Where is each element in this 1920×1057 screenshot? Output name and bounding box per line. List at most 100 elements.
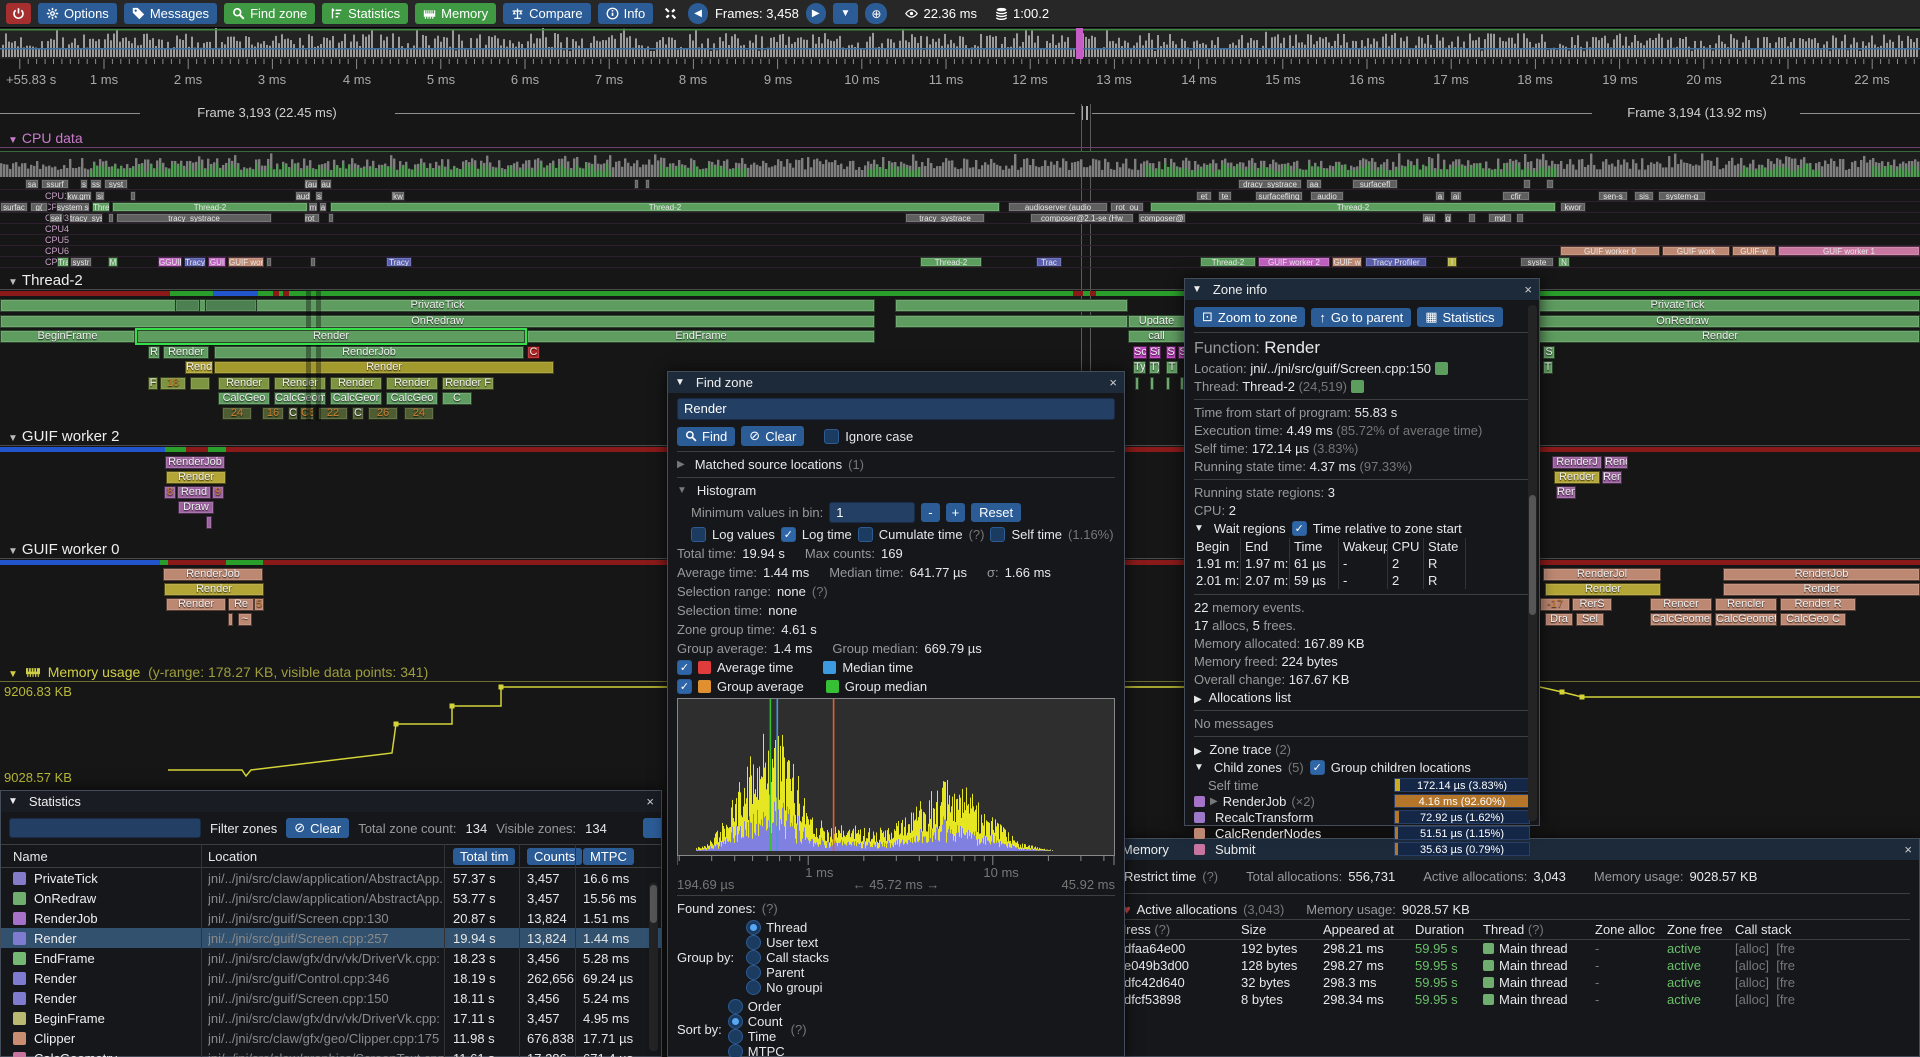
find-zone-titlebar[interactable]: ▼ Find zone × [668, 372, 1124, 393]
timeline-zone[interactable]: 26 [368, 407, 398, 420]
cpu-zone[interactable]: GUIF worker 2 [1258, 257, 1330, 267]
collapse-icon[interactable]: ▼ [675, 377, 685, 388]
timeline-zone[interactable]: F [148, 377, 158, 390]
child-zones-toggle[interactable]: Child zones [1214, 760, 1282, 775]
find-zone-histogram[interactable] [677, 698, 1115, 856]
cpu-zone[interactable]: kwor [1560, 202, 1586, 212]
cpu-zone[interactable] [1523, 179, 1531, 189]
cpu-zone[interactable]: GUI [208, 257, 226, 267]
cpu-zone[interactable]: Trac [1036, 257, 1062, 267]
next-frame-button[interactable]: ▶ [806, 3, 826, 24]
log-values-checkbox[interactable] [691, 527, 706, 542]
memory-allocation-row[interactable]: 0x7dfaa64e00 192 bytes 298.21 ms 59.95 s… [1103, 940, 1910, 957]
collapse-icon[interactable]: ▼ [8, 796, 18, 807]
cpu-zone[interactable]: syste [1520, 257, 1554, 267]
clipped-button[interactable] [643, 818, 661, 838]
min-bin-input[interactable]: 1 [829, 502, 915, 523]
timeline-zone[interactable] [205, 299, 257, 312]
show-avg-median-checkbox[interactable]: ✓ [677, 660, 692, 675]
sort-by-option[interactable]: MTPC [728, 1044, 785, 1057]
col-total-time[interactable]: Total tim [453, 848, 515, 865]
cpu-zone[interactable]: N [1558, 257, 1570, 267]
timeline-zone[interactable]: 22 [318, 407, 348, 420]
cpu-zone[interactable]: Thread-2 [112, 202, 308, 212]
statistics-row[interactable]: Clipper jni/../jni/src/claw/gfx/geo/Clip… [1, 1028, 661, 1048]
timeline-zone[interactable]: 8 [164, 486, 176, 499]
timeline-zone[interactable]: Render [1545, 583, 1661, 596]
show-group-checkbox[interactable]: ✓ [677, 679, 692, 694]
memory-allocation-row[interactable]: 0x7dfcf53898 8 bytes 298.34 ms 59.95 s M… [1103, 991, 1910, 1008]
cpu-zone[interactable]: et [1196, 191, 1212, 201]
timeline-zone[interactable]: 24 [222, 407, 252, 420]
cpu-zone[interactable]: rot_ou [1110, 202, 1144, 212]
cpu-zone[interactable]: rot_d [304, 213, 320, 223]
ignore-case-checkbox[interactable] [824, 429, 839, 444]
cpu-zone[interactable]: au [320, 179, 332, 189]
timeline-zone[interactable]: C [442, 392, 472, 405]
cpu-zone[interactable]: composer@2.1-se (Hw [1030, 213, 1134, 223]
memory-usage-header[interactable]: ▼ Memory usage (y-range: 178.27 KB, visi… [8, 664, 428, 680]
group-by-option[interactable]: Call stacks [746, 950, 829, 965]
timeline-zone[interactable]: -17 [1540, 598, 1570, 611]
matched-locations-toggle[interactable]: Matched source locations [695, 457, 842, 472]
timeline-zone[interactable]: Render [164, 583, 264, 596]
col-call-stack[interactable]: Call stack [1735, 922, 1895, 937]
timeline-zone[interactable]: Rencer [1650, 598, 1712, 611]
statistics-row[interactable]: Render jni/../jni/src/guif/Control.cpp:3… [1, 968, 661, 988]
cpu-zone[interactable]: dracy_systrace [1238, 179, 1302, 189]
timeline-zone[interactable]: CalcGeo [218, 392, 270, 405]
timeline-zone[interactable]: CalcGeomet [1715, 613, 1777, 626]
cpu-zone[interactable] [1516, 213, 1524, 223]
timeline-zone[interactable]: RenderJ [1552, 456, 1602, 469]
timeline-zone[interactable]: Re [228, 598, 254, 611]
timeline-zone[interactable] [1166, 377, 1170, 390]
cpu-zone[interactable]: aud [295, 191, 311, 201]
cpu-zone[interactable]: tracy_sysn [69, 213, 103, 223]
callstack-free-link[interactable]: [fre [1776, 941, 1795, 956]
expand-icon[interactable]: ▶ [1194, 694, 1202, 705]
frames-label-row[interactable]: Frame 3,193 (22.45 ms) Frame 3,194 (13.9… [0, 104, 1920, 122]
expand-icon[interactable]: ▶ [1194, 746, 1202, 757]
cpu-data-header[interactable]: ▼CPU data [8, 130, 83, 146]
cpu-zone[interactable]: GUIF-w [1732, 246, 1776, 256]
zone-statistics-button[interactable]: ▦Statistics [1417, 307, 1502, 327]
cpu-zone[interactable]: g( [30, 202, 48, 212]
timeline-zone[interactable] [206, 516, 212, 529]
histogram-toggle[interactable]: Histogram [697, 483, 756, 498]
cpu-zone[interactable]: Tra [57, 257, 69, 267]
child-zone-row[interactable]: CalcRenderNodes 51.51 µs (1.15%) [1194, 825, 1530, 841]
col-location[interactable]: Location [208, 849, 453, 864]
col-appeared[interactable]: Appeared at [1323, 922, 1415, 937]
sort-by-option[interactable]: Order [728, 999, 785, 1014]
cpu-zone[interactable]: Thre [92, 202, 110, 212]
cpu-zone[interactable] [328, 213, 334, 223]
cpu-zone[interactable]: (au [304, 179, 318, 189]
reset-button[interactable]: Reset [971, 503, 1021, 522]
cpu-zone[interactable]: sen-s [1598, 191, 1628, 201]
cpu-zone[interactable]: GUIF w [1332, 257, 1362, 267]
cpu-zone[interactable]: system-g [1658, 191, 1706, 201]
timeline-zone[interactable]: RenderJob [165, 456, 225, 469]
timeline-zone[interactable]: CalcGeo [386, 392, 438, 405]
cpu-zone[interactable]: systr [70, 257, 92, 267]
timeline-zone[interactable]: Render [166, 598, 226, 611]
child-zone-row[interactable]: RecalcTransform 72.92 µs (1.62%) [1194, 809, 1530, 825]
timeline-zone[interactable]: ~ [238, 613, 252, 626]
cpu-zone[interactable]: Thread-2 [1150, 202, 1556, 212]
power-button[interactable] [6, 3, 31, 24]
zone-thread[interactable]: Thread-2 [1242, 379, 1295, 394]
col-thread[interactable]: Thread [1483, 922, 1524, 937]
guif-worker0-header[interactable]: ▼GUIF worker 0 [8, 541, 119, 558]
cumulate-time-checkbox[interactable] [858, 527, 873, 542]
cpu-zone[interactable]: surfacefling [1255, 191, 1303, 201]
timeline-zone[interactable]: Render R [1780, 598, 1856, 611]
callstack-free-link[interactable]: [fre [1776, 992, 1795, 1007]
self-time-checkbox[interactable] [990, 527, 1005, 542]
cpu-zone[interactable]: sei [49, 213, 63, 223]
cpu-zone[interactable]: GUIF work [1662, 246, 1730, 256]
cpu-zone[interactable]: cfir [1502, 191, 1530, 201]
group-children-checkbox[interactable]: ✓ [1310, 760, 1325, 775]
cpu-zone[interactable]: audioserver (audio [1008, 202, 1108, 212]
cpu-zone[interactable]: s [80, 179, 88, 189]
collapse-icon[interactable]: ▼ [677, 485, 687, 496]
